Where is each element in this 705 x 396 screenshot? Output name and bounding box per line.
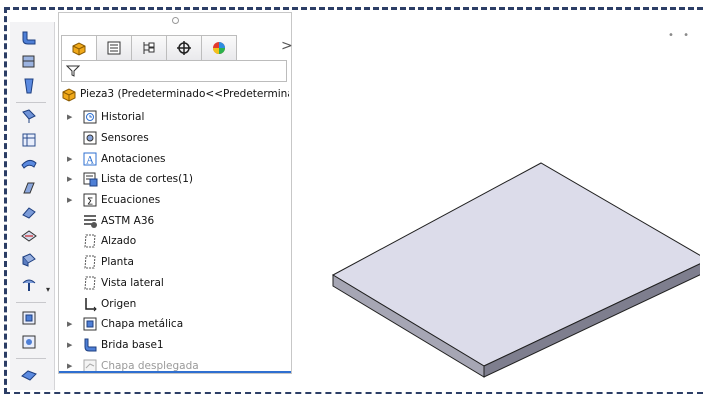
plane-icon — [81, 253, 99, 271]
corners-icon[interactable] — [18, 250, 40, 270]
tree-item-vista-lateral[interactable]: Vista lateral — [59, 273, 291, 294]
expand-arrow-icon[interactable]: ▶ — [67, 113, 75, 121]
jog-icon[interactable] — [18, 178, 40, 198]
selection-frame-bottom — [4, 392, 703, 394]
expand-arrow-icon[interactable]: ▶ — [67, 320, 75, 328]
base-flange-tool-icon[interactable] — [18, 28, 40, 48]
view-handle-icon: • • — [668, 30, 692, 41]
tab-displaymanager[interactable] — [202, 35, 237, 61]
featuremanager-panel: > Pieza3 (Predeterminado<<Predeterminad … — [58, 12, 293, 376]
sheet-metal-icon — [81, 315, 99, 333]
expand-arrow-icon[interactable]: ▶ — [67, 155, 75, 163]
unfold-icon[interactable] — [18, 308, 40, 328]
filter-icon — [66, 65, 80, 77]
origin-icon — [81, 295, 99, 313]
expand-arrow-icon[interactable]: ▶ — [67, 196, 75, 204]
equations-icon: Σ — [81, 191, 99, 209]
tree-item-historial[interactable]: ▶ Historial — [59, 107, 291, 128]
fold-icon[interactable] — [18, 332, 40, 352]
tree-item-planta[interactable]: Planta — [59, 252, 291, 273]
rollback-bar[interactable] — [59, 371, 291, 373]
tree-item-material[interactable]: ASTM A36 — [59, 210, 291, 231]
sketched-bend-icon[interactable] — [18, 202, 40, 222]
svg-text:Σ: Σ — [87, 197, 93, 208]
base-flange-icon — [81, 336, 99, 354]
history-icon — [81, 108, 99, 126]
plate-top-face — [331, 162, 705, 367]
tree-item-sensores[interactable]: Sensores — [59, 128, 291, 149]
tab-dimxpert[interactable] — [167, 35, 202, 61]
featuremanager-icon — [72, 42, 86, 56]
tree-item-anotaciones[interactable]: ▶ A Anotaciones — [59, 148, 291, 169]
convert-to-sheet-metal-icon[interactable] — [18, 52, 40, 72]
expand-arrow-icon[interactable]: ▶ — [67, 362, 75, 370]
displaymanager-icon — [213, 42, 225, 54]
tree-root-part[interactable]: Pieza3 (Predeterminado<<Predeterminad — [61, 85, 289, 103]
tree-item-chapa-metalica[interactable]: ▶ Chapa metálica — [59, 314, 291, 335]
svg-text:A: A — [85, 155, 94, 166]
cut-list-icon — [81, 170, 99, 188]
tree-item-ecuaciones[interactable]: ▶ Σ Ecuaciones — [59, 190, 291, 211]
annotations-icon: A — [81, 150, 99, 168]
filter-input[interactable] — [61, 60, 287, 82]
material-icon — [81, 212, 99, 230]
plane-icon — [81, 232, 99, 250]
tab-configurationmanager[interactable] — [132, 35, 167, 61]
lofted-bend-icon[interactable] — [18, 76, 40, 96]
plane-icon — [81, 274, 99, 292]
tree-root-label: Pieza3 (Predeterminado<<Predeterminad — [80, 88, 289, 100]
part-icon — [62, 88, 76, 102]
panel-grip-icon[interactable] — [59, 13, 291, 27]
hem-icon[interactable] — [18, 154, 40, 174]
expand-arrow-icon[interactable]: ▶ — [67, 341, 75, 349]
edge-flange-icon[interactable] — [18, 106, 40, 126]
tree-item-brida-base[interactable]: ▶ Brida base1 — [59, 335, 291, 356]
configurationmanager-icon — [143, 42, 155, 54]
dimxpert-icon — [177, 41, 191, 55]
tree-item-lista-de-cortes[interactable]: ▶ Lista de cortes(1) — [59, 169, 291, 190]
forming-tool-icon[interactable] — [18, 274, 40, 294]
sensors-icon — [81, 129, 99, 147]
sheet-metal-plate[interactable] — [292, 20, 705, 390]
command-manager-strip: ▾ — [10, 22, 55, 390]
expand-arrow-icon[interactable]: ▶ — [67, 175, 75, 183]
flatten-icon[interactable] — [18, 364, 40, 384]
feature-tree: ▶ Historial Sensores ▶ A Anotaciones ▶ L… — [59, 107, 291, 376]
panel-tabs — [61, 35, 237, 61]
graphics-area[interactable]: • • — [292, 20, 705, 390]
tab-featuremanager[interactable] — [61, 35, 97, 61]
miter-flange-icon[interactable] — [18, 130, 40, 150]
tabs-overflow-button[interactable]: > — [281, 38, 293, 54]
propertymanager-icon — [107, 41, 121, 55]
cross-break-icon[interactable] — [18, 226, 40, 246]
tree-item-alzado[interactable]: Alzado — [59, 231, 291, 252]
selection-frame-top — [4, 7, 703, 10]
tab-propertymanager[interactable] — [97, 35, 132, 61]
selection-frame-left — [4, 7, 7, 394]
corners-dropdown-icon[interactable]: ▾ — [46, 285, 50, 294]
tree-item-origen[interactable]: Origen — [59, 293, 291, 314]
